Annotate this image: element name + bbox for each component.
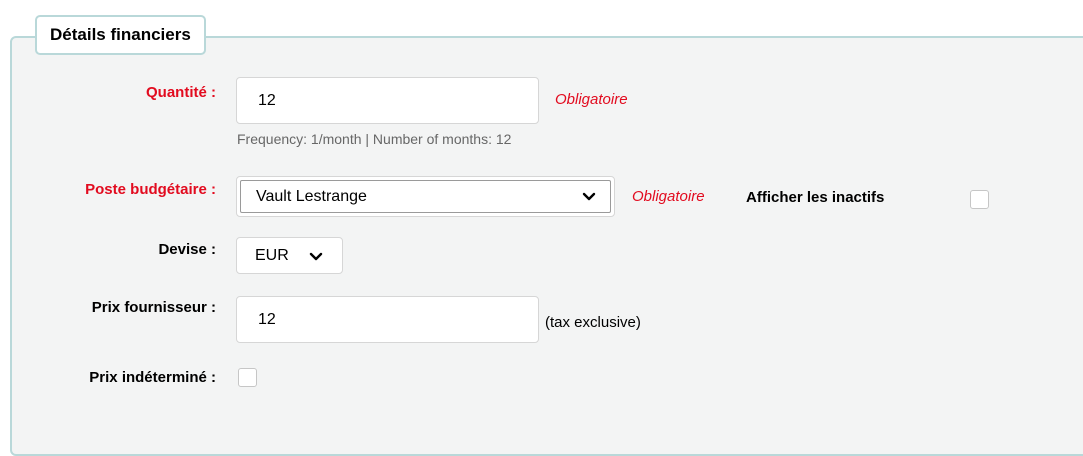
chevron-down-icon bbox=[309, 252, 323, 261]
currency-label: Devise : bbox=[158, 241, 216, 258]
budget-select[interactable]: Vault Lestrange bbox=[236, 176, 615, 217]
budget-label: Poste budgétaire : bbox=[85, 181, 216, 198]
quantity-input[interactable]: 12 bbox=[236, 77, 539, 124]
quantity-value: 12 bbox=[258, 91, 276, 109]
currency-select[interactable]: EUR bbox=[236, 237, 343, 274]
budget-required-label: Obligatoire bbox=[632, 188, 705, 205]
vendor-price-label: Prix fournisseur : bbox=[91, 299, 216, 316]
uncertain-price-checkbox[interactable] bbox=[238, 368, 257, 387]
show-inactive-checkbox[interactable] bbox=[970, 190, 989, 209]
currency-selected-value: EUR bbox=[255, 246, 289, 264]
quantity-hint: Frequency: 1/month | Number of months: 1… bbox=[237, 131, 512, 147]
quantity-label: Quantité : bbox=[146, 84, 216, 101]
budget-selected-value: Vault Lestrange bbox=[256, 187, 367, 205]
vendor-price-input[interactable]: 12 bbox=[236, 296, 539, 343]
uncertain-price-label: Prix indéterminé : bbox=[89, 369, 216, 386]
section-title: Détails financiers bbox=[35, 15, 206, 55]
chevron-down-icon bbox=[582, 192, 596, 200]
quantity-required-label: Obligatoire bbox=[555, 91, 628, 108]
vendor-price-value: 12 bbox=[258, 310, 276, 328]
show-inactive-label: Afficher les inactifs bbox=[746, 189, 885, 206]
tax-note: (tax exclusive) bbox=[545, 314, 641, 331]
budget-select-box: Vault Lestrange bbox=[240, 180, 611, 213]
